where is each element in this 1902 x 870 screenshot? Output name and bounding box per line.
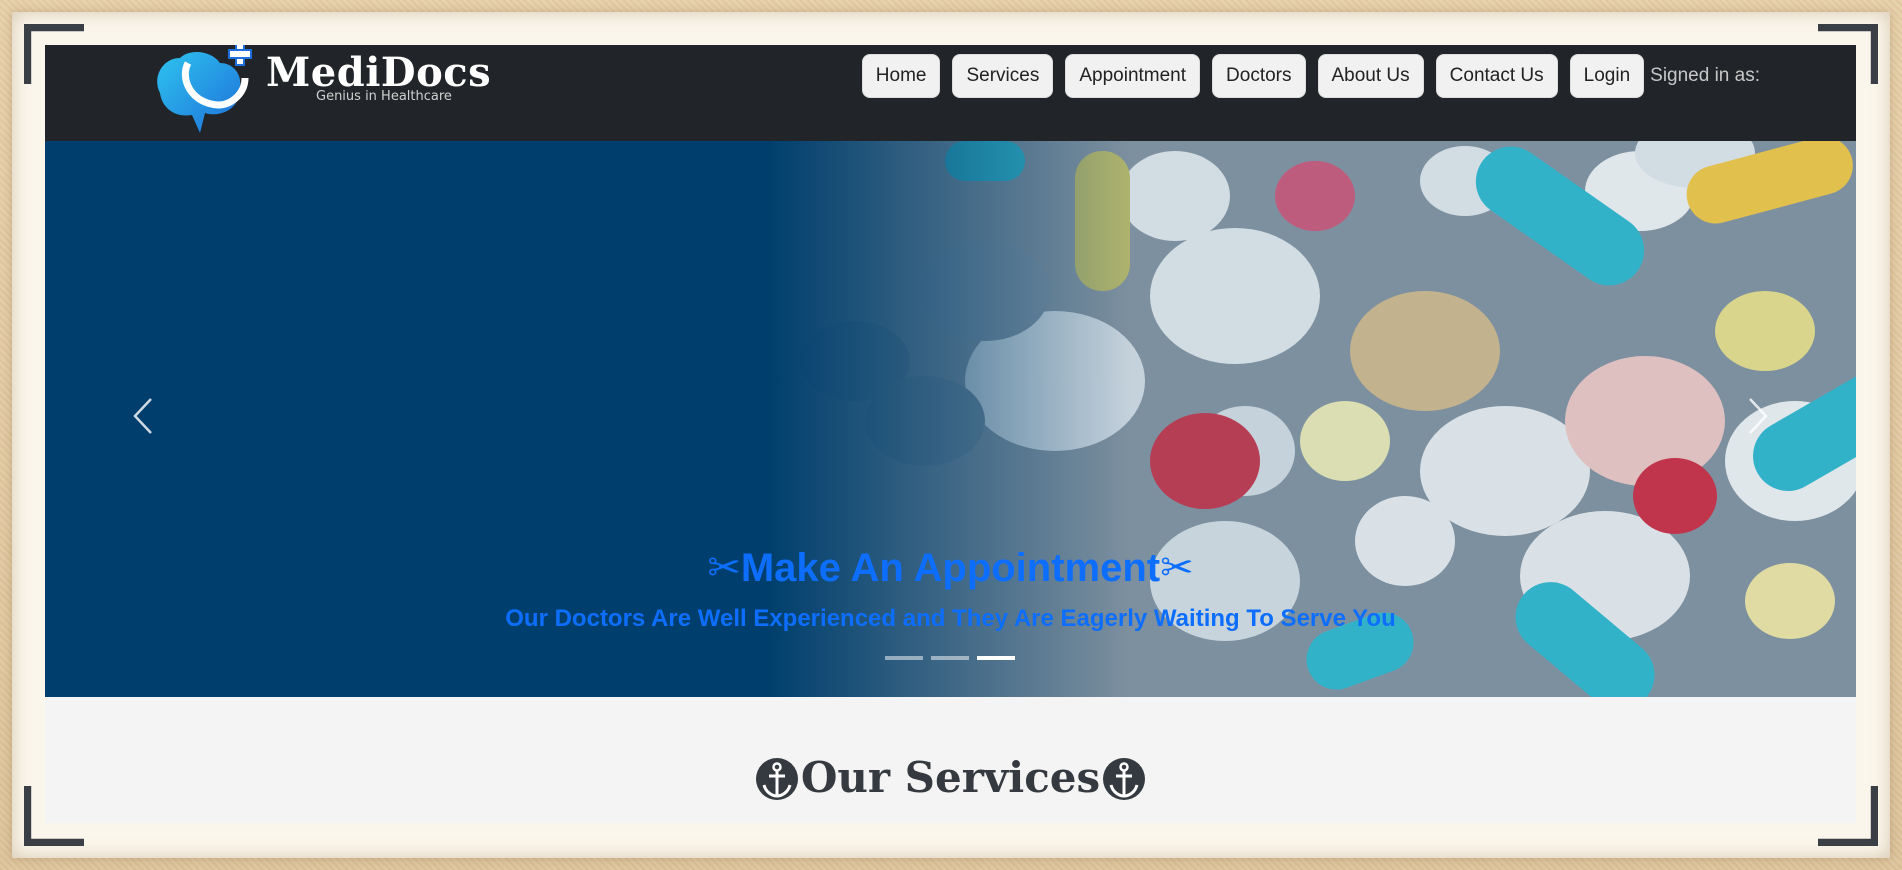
carousel-indicators	[885, 656, 1023, 660]
nav-about-us-button[interactable]: About Us	[1317, 54, 1424, 98]
services-heading-text: Our Services	[800, 753, 1101, 802]
nav-login-button[interactable]: Login	[1569, 54, 1645, 98]
carousel-indicator-2[interactable]	[931, 656, 969, 660]
nav-services-button[interactable]: Services	[952, 54, 1054, 98]
carousel-caption-title: ✂Make An Appointment✂	[45, 545, 1856, 591]
carousel-caption-subtitle: Our Doctors Are Well Experienced and The…	[505, 605, 1396, 632]
brain-cross-logo-icon	[157, 45, 252, 133]
services-heading: Our Services	[45, 753, 1856, 805]
hero-carousel: ✂Make An Appointment✂ Our Doctors Are We…	[45, 141, 1856, 697]
anchor-icon	[755, 758, 798, 800]
nav-home-button[interactable]: Home	[861, 54, 941, 98]
brand-logo[interactable]: MediDocs Genius in Healthcare	[150, 45, 540, 133]
carousel-next-button[interactable]	[1736, 391, 1776, 441]
carousel-indicator-1[interactable]	[885, 656, 923, 660]
scissors-icon-left: ✂	[707, 546, 741, 590]
nav-contact-us-button[interactable]: Contact Us	[1435, 54, 1558, 98]
nav-doctors-button[interactable]: Doctors	[1212, 54, 1306, 98]
browser-viewport: MediDocs Genius in Healthcare Home Servi…	[45, 45, 1856, 823]
brand-tagline: Genius in Healthcare	[316, 89, 452, 104]
nav-links: Home Services Appointment Doctors About …	[861, 53, 1760, 99]
carousel-indicator-3[interactable]	[977, 656, 1015, 660]
top-navbar: MediDocs Genius in Healthcare Home Servi…	[45, 45, 1856, 141]
chevron-left-icon	[133, 398, 152, 434]
carousel-prev-button[interactable]	[125, 391, 165, 441]
signed-in-label: Signed in as:	[1650, 65, 1760, 86]
chevron-right-icon	[1749, 398, 1768, 434]
carousel-title-text: Make An Appointment	[740, 546, 1161, 590]
anchor-icon	[1103, 758, 1146, 800]
scissors-icon-right: ✂	[1160, 546, 1194, 590]
nav-appointment-button[interactable]: Appointment	[1065, 54, 1201, 98]
